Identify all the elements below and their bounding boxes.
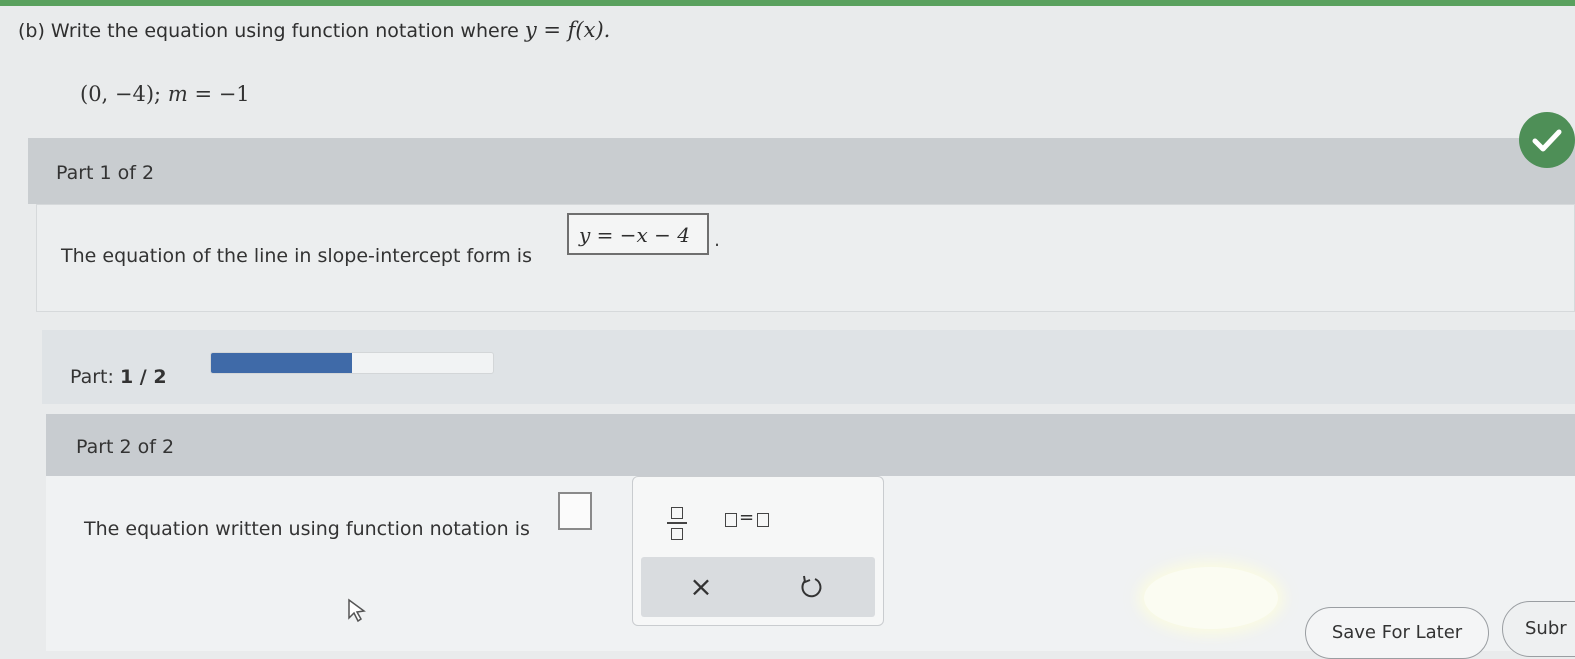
part1-body: The equation of the line in slope-interc… — [36, 204, 1575, 312]
progress-row: Part: 1 / 2 — [42, 330, 1575, 404]
clear-button[interactable]: × — [681, 567, 721, 607]
question-math: y = f(x). — [524, 18, 611, 42]
part2-title: Part 2 of 2 — [76, 436, 175, 458]
submit-button[interactable]: Subr — [1502, 601, 1575, 657]
question-prefix: (b) Write the equation using function no… — [18, 20, 519, 42]
part1-title: Part 1 of 2 — [56, 162, 155, 184]
mouse-cursor-icon — [346, 598, 368, 628]
math-keypad: = × — [632, 476, 884, 626]
box-equals-box-icon[interactable]: = — [725, 505, 785, 535]
progress-bar — [210, 352, 494, 374]
part1-statement: The equation of the line in slope-interc… — [61, 245, 532, 267]
save-for-later-button[interactable]: Save For Later — [1305, 607, 1489, 659]
given-slope-val: = −1 — [194, 82, 250, 106]
given-values: (0, −4); m = −1 — [80, 82, 250, 106]
progress-value: 1 / 2 — [119, 366, 167, 388]
part1-answer-box: y = −x − 4 — [567, 213, 709, 255]
part2-header: Part 2 of 2 — [46, 414, 1575, 476]
progress-bar-fill — [211, 353, 352, 373]
function-notation-input[interactable] — [558, 492, 592, 530]
part2-statement: The equation written using function nota… — [84, 518, 530, 540]
progress-label: Part: 1 / 2 — [70, 366, 167, 388]
given-slope-var: m — [167, 82, 188, 106]
given-point: (0, −4); — [80, 82, 162, 106]
question-text: (b) Write the equation using function no… — [18, 18, 610, 42]
answer-period: . — [714, 229, 721, 251]
keypad-actions: × — [641, 557, 875, 617]
screen-glare — [1144, 567, 1278, 629]
undo-icon[interactable] — [791, 567, 831, 607]
check-icon — [1519, 112, 1575, 168]
progress-label-text: Part: — [70, 366, 114, 388]
part1-header: Part 1 of 2 — [28, 138, 1575, 204]
equals-symbol: = — [739, 507, 755, 528]
fraction-icon[interactable] — [659, 499, 699, 549]
top-strip — [0, 0, 1575, 6]
